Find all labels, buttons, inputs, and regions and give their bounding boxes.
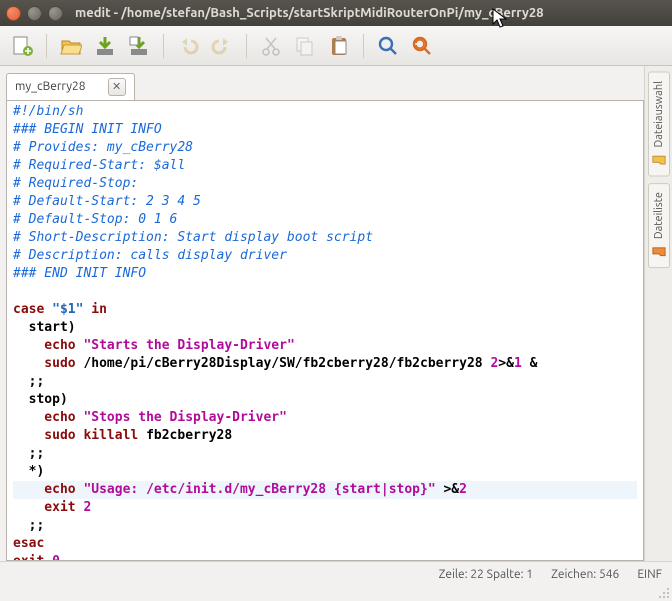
copy-button[interactable] [291, 32, 319, 60]
save-as-button[interactable] [125, 32, 153, 60]
window-close-button[interactable] [6, 6, 21, 21]
cursor-position: Zeile: 22 Spalte: 1 [439, 568, 533, 581]
toolbar-separator [46, 34, 47, 58]
paste-button[interactable] [325, 32, 353, 60]
open-file-button[interactable] [57, 32, 85, 60]
find-button[interactable] [374, 32, 402, 60]
tab-close-button[interactable]: ✕ [108, 78, 126, 96]
editor-area: my_cBerry28 ✕ #!/bin/sh ### BEGIN INIT I… [0, 66, 644, 561]
redo-button[interactable] [208, 32, 236, 60]
insert-mode: EINF [637, 568, 662, 581]
code-editor[interactable]: #!/bin/sh ### BEGIN INIT INFO # Provides… [6, 100, 644, 561]
toolbar-separator [163, 34, 164, 58]
code-content[interactable]: #!/bin/sh ### BEGIN INIT INFO # Provides… [7, 101, 643, 561]
main-area: my_cBerry28 ✕ #!/bin/sh ### BEGIN INIT I… [0, 66, 672, 561]
tab-label: my_cBerry28 [15, 80, 86, 93]
resize-grip[interactable] [656, 585, 670, 599]
find-replace-button[interactable] [408, 32, 436, 60]
save-button[interactable] [91, 32, 119, 60]
toolbar-separator [246, 34, 247, 58]
toolbar [0, 26, 672, 66]
char-count: Zeichen: 546 [551, 568, 619, 581]
file-list-tab[interactable]: Dateiliste [648, 183, 670, 268]
folder-open-icon [652, 245, 666, 259]
window-controls [6, 6, 63, 21]
toolbar-separator [363, 34, 364, 58]
folder-icon [652, 154, 666, 168]
undo-button[interactable] [174, 32, 202, 60]
window-minimize-button[interactable] [27, 6, 42, 21]
statusbar: Zeile: 22 Spalte: 1 Zeichen: 546 EINF [0, 561, 672, 587]
new-file-button[interactable] [8, 32, 36, 60]
document-tabs: my_cBerry28 ✕ [6, 72, 644, 100]
titlebar: medit - /home/stefan/Bash_Scripts/startS… [0, 0, 672, 26]
side-panel-tabs: Dateiauswahl Dateiliste [644, 66, 672, 561]
window-maximize-button[interactable] [48, 6, 63, 21]
file-selector-label: Dateiauswahl [653, 81, 665, 148]
file-list-label: Dateiliste [653, 192, 665, 239]
tab-active[interactable]: my_cBerry28 ✕ [6, 73, 135, 100]
file-selector-tab[interactable]: Dateiauswahl [648, 72, 670, 177]
cut-button[interactable] [257, 32, 285, 60]
window-title: medit - /home/stefan/Bash_Scripts/startS… [75, 6, 544, 20]
